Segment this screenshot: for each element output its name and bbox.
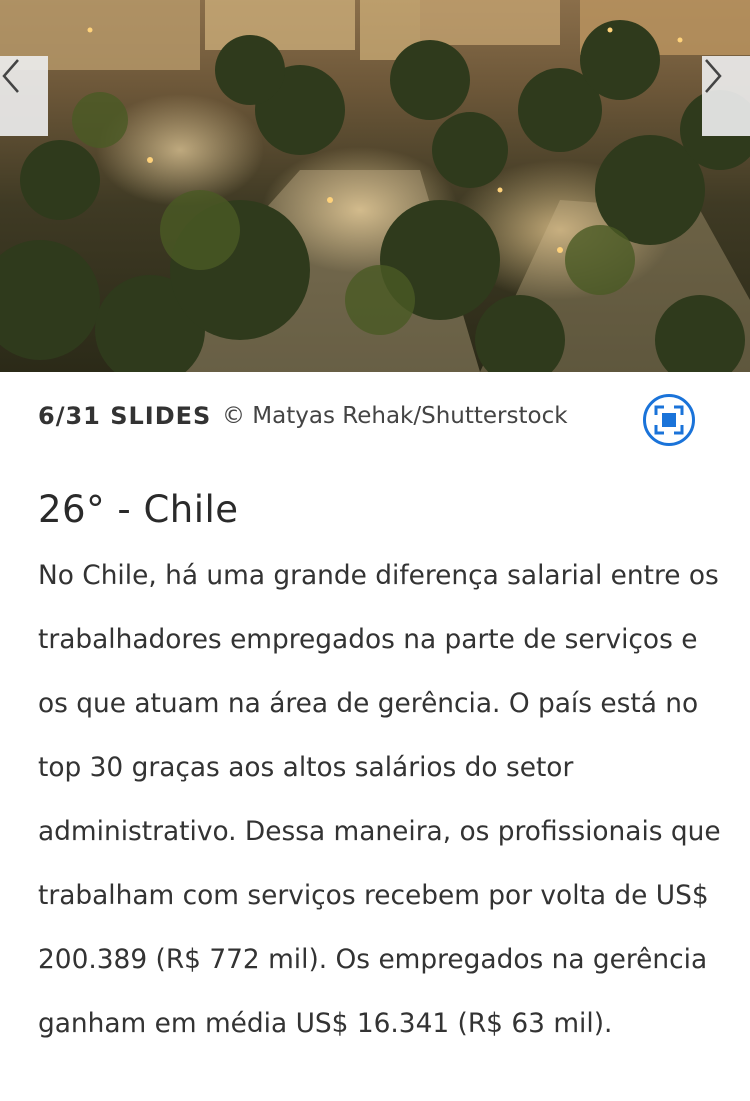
fullscreen-icon: [654, 405, 684, 435]
previous-slide-button[interactable]: [0, 56, 48, 136]
slide-description: No Chile, há uma grande diferença salari…: [38, 560, 721, 1039]
plaza-scene-illustration: [0, 0, 750, 372]
slide-title: 26° - Chile: [38, 488, 239, 531]
photo-credit: © Matyas Rehak/Shutterstock: [222, 403, 568, 429]
slide-caption-bar: 6/31 SLIDES © Matyas Rehak/Shutterstock: [0, 372, 750, 462]
chevron-left-icon: [2, 59, 19, 93]
fullscreen-button[interactable]: [643, 394, 695, 446]
chevron-right-icon: [705, 59, 722, 93]
slide-photo: [0, 0, 750, 372]
slide-counter: 6/31 SLIDES: [38, 402, 212, 430]
next-slide-button[interactable]: [702, 56, 750, 136]
